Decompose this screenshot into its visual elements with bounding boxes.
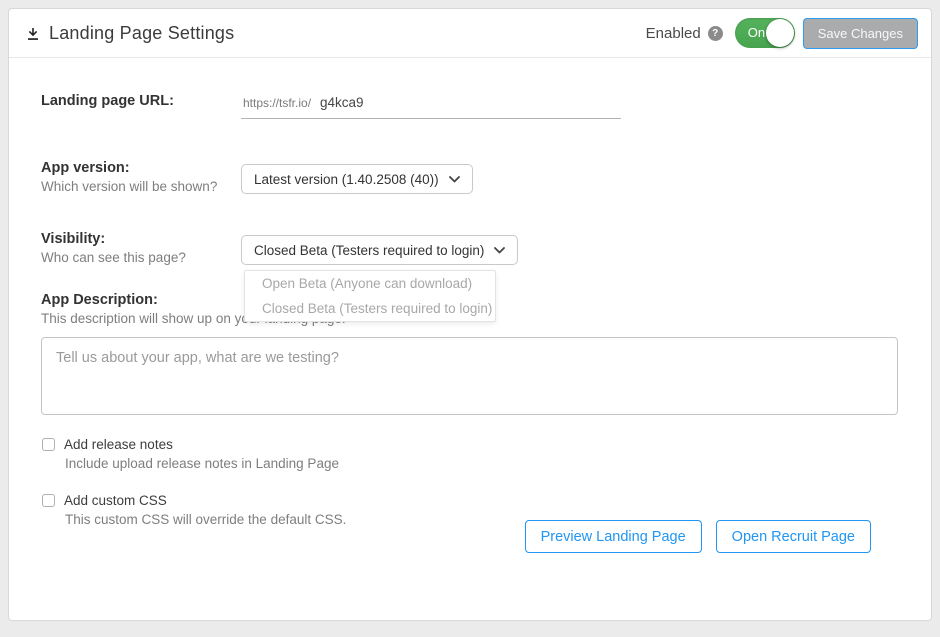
download-icon <box>26 27 40 42</box>
visibility-option-closed-beta[interactable]: Closed Beta (Testers required to login) <box>245 296 495 321</box>
release-notes-checkbox[interactable] <box>42 438 55 451</box>
save-changes-button[interactable]: Save Changes <box>803 18 918 49</box>
visibility-helper: Who can see this page? <box>41 249 241 266</box>
toggle-knob <box>766 19 794 47</box>
url-prefix: https://tsfr.io/ <box>243 96 311 110</box>
preview-landing-page-button[interactable]: Preview Landing Page <box>525 520 702 553</box>
visibility-select[interactable]: Closed Beta (Testers required to login) <box>241 235 518 265</box>
toggle-on-label: On <box>748 25 765 40</box>
visibility-option-open-beta[interactable]: Open Beta (Anyone can download) <box>245 271 495 296</box>
landing-page-settings-card: Landing Page Settings Enabled ? On Save … <box>8 8 932 621</box>
app-version-selected: Latest version (1.40.2508 (40)) <box>254 172 439 187</box>
app-version-select[interactable]: Latest version (1.40.2508 (40)) <box>241 164 473 194</box>
custom-css-checkbox[interactable] <box>42 494 55 507</box>
settings-form: Landing page URL: https://tsfr.io/ g4kca… <box>9 93 931 553</box>
description-textarea[interactable] <box>41 337 898 415</box>
chevron-down-icon <box>449 176 460 183</box>
url-value: g4kca9 <box>320 95 364 110</box>
url-label: Landing page URL: <box>41 93 241 110</box>
footer-actions: Preview Landing Page Open Recruit Page <box>41 520 896 553</box>
app-version-helper: Which version will be shown? <box>41 178 241 195</box>
app-version-row: App version: Which version will be shown… <box>41 160 896 195</box>
release-notes-helper: Include upload release notes in Landing … <box>65 456 896 472</box>
release-notes-row: Add release notes Include upload release… <box>41 437 896 472</box>
enabled-toggle[interactable]: On <box>735 18 795 48</box>
custom-css-label[interactable]: Add custom CSS <box>64 493 167 508</box>
page-title: Landing Page Settings <box>49 23 234 44</box>
chevron-down-icon <box>494 247 505 254</box>
card-header: Landing Page Settings Enabled ? On Save … <box>9 9 931 58</box>
visibility-row: Visibility: Who can see this page? Close… <box>41 231 896 266</box>
enabled-label: Enabled <box>646 25 701 42</box>
help-icon[interactable]: ? <box>708 26 723 41</box>
visibility-dropdown-menu: Open Beta (Anyone can download) Closed B… <box>244 270 496 322</box>
app-version-label: App version: <box>41 160 241 177</box>
open-recruit-page-button[interactable]: Open Recruit Page <box>716 520 871 553</box>
header-actions: Enabled ? On Save Changes <box>646 18 918 49</box>
visibility-label: Visibility: <box>41 231 241 248</box>
url-row: Landing page URL: https://tsfr.io/ g4kca… <box>41 93 896 119</box>
visibility-selected: Closed Beta (Testers required to login) <box>254 243 484 258</box>
release-notes-label[interactable]: Add release notes <box>64 437 173 452</box>
landing-url-input[interactable]: https://tsfr.io/ g4kca9 <box>241 93 621 119</box>
